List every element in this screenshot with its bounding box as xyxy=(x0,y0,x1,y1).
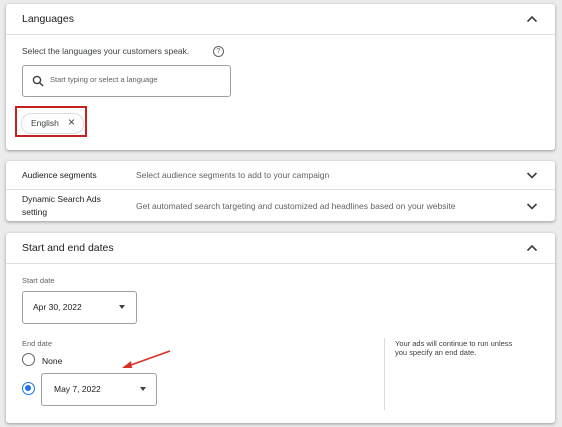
dsa-setting-row[interactable]: Dynamic Search Ads setting Get automated… xyxy=(6,190,555,221)
end-date-value: May 7, 2022 xyxy=(54,384,101,394)
end-date-custom-radio[interactable] xyxy=(22,382,35,395)
start-date-value: Apr 30, 2022 xyxy=(33,302,82,312)
chevron-down-icon[interactable] xyxy=(525,168,539,182)
audience-label: Audience segments xyxy=(22,170,97,180)
chip-label: English xyxy=(31,118,59,128)
chevron-up-icon[interactable] xyxy=(525,12,539,26)
language-chip-english: English × xyxy=(21,113,84,134)
annotation-arrow xyxy=(122,350,171,368)
start-date-label: Start date xyxy=(22,276,55,285)
start-date-dropdown[interactable]: Apr 30, 2022 xyxy=(22,291,137,324)
search-icon xyxy=(32,74,44,92)
dropdown-arrow-icon xyxy=(140,387,146,391)
vertical-divider xyxy=(384,338,385,410)
radio-selected-dot xyxy=(25,385,31,391)
dsa-label-line2: setting xyxy=(22,207,48,217)
languages-title: Languages xyxy=(22,13,74,25)
search-placeholder: Start typing or select a language xyxy=(50,75,158,84)
dsa-label-line1: Dynamic Search Ads xyxy=(22,194,101,204)
audience-segments-row[interactable]: Audience segments Select audience segmen… xyxy=(6,161,555,189)
none-option-label[interactable]: None xyxy=(42,356,62,366)
languages-prompt: Select the languages your customers spea… xyxy=(22,46,190,56)
chevron-up-icon[interactable] xyxy=(525,241,539,255)
end-date-label: End date xyxy=(22,339,53,348)
dates-card: Start and end dates Start date Apr 30, 2… xyxy=(6,233,555,423)
languages-header[interactable]: Languages xyxy=(6,4,555,35)
end-date-none-radio[interactable] xyxy=(22,353,35,366)
close-icon[interactable]: × xyxy=(68,115,75,129)
audience-description: Select audience segments to add to your … xyxy=(136,170,330,180)
help-icon[interactable]: ? xyxy=(213,46,224,57)
end-date-dropdown[interactable]: May 7, 2022 xyxy=(41,373,157,406)
settings-card: Audience segments Select audience segmen… xyxy=(6,161,555,221)
end-date-note-line2: you specify an end date. xyxy=(395,348,477,357)
dates-title: Start and end dates xyxy=(22,242,114,254)
end-date-note-line1: Your ads will continue to run unless xyxy=(395,339,513,348)
dsa-description: Get automated search targeting and custo… xyxy=(136,201,456,211)
chevron-down-icon[interactable] xyxy=(525,199,539,213)
dates-header[interactable]: Start and end dates xyxy=(6,233,555,264)
dropdown-arrow-icon xyxy=(119,305,125,309)
languages-card: Languages Select the languages your cust… xyxy=(6,4,555,150)
language-search-input[interactable]: Start typing or select a language xyxy=(22,65,231,97)
